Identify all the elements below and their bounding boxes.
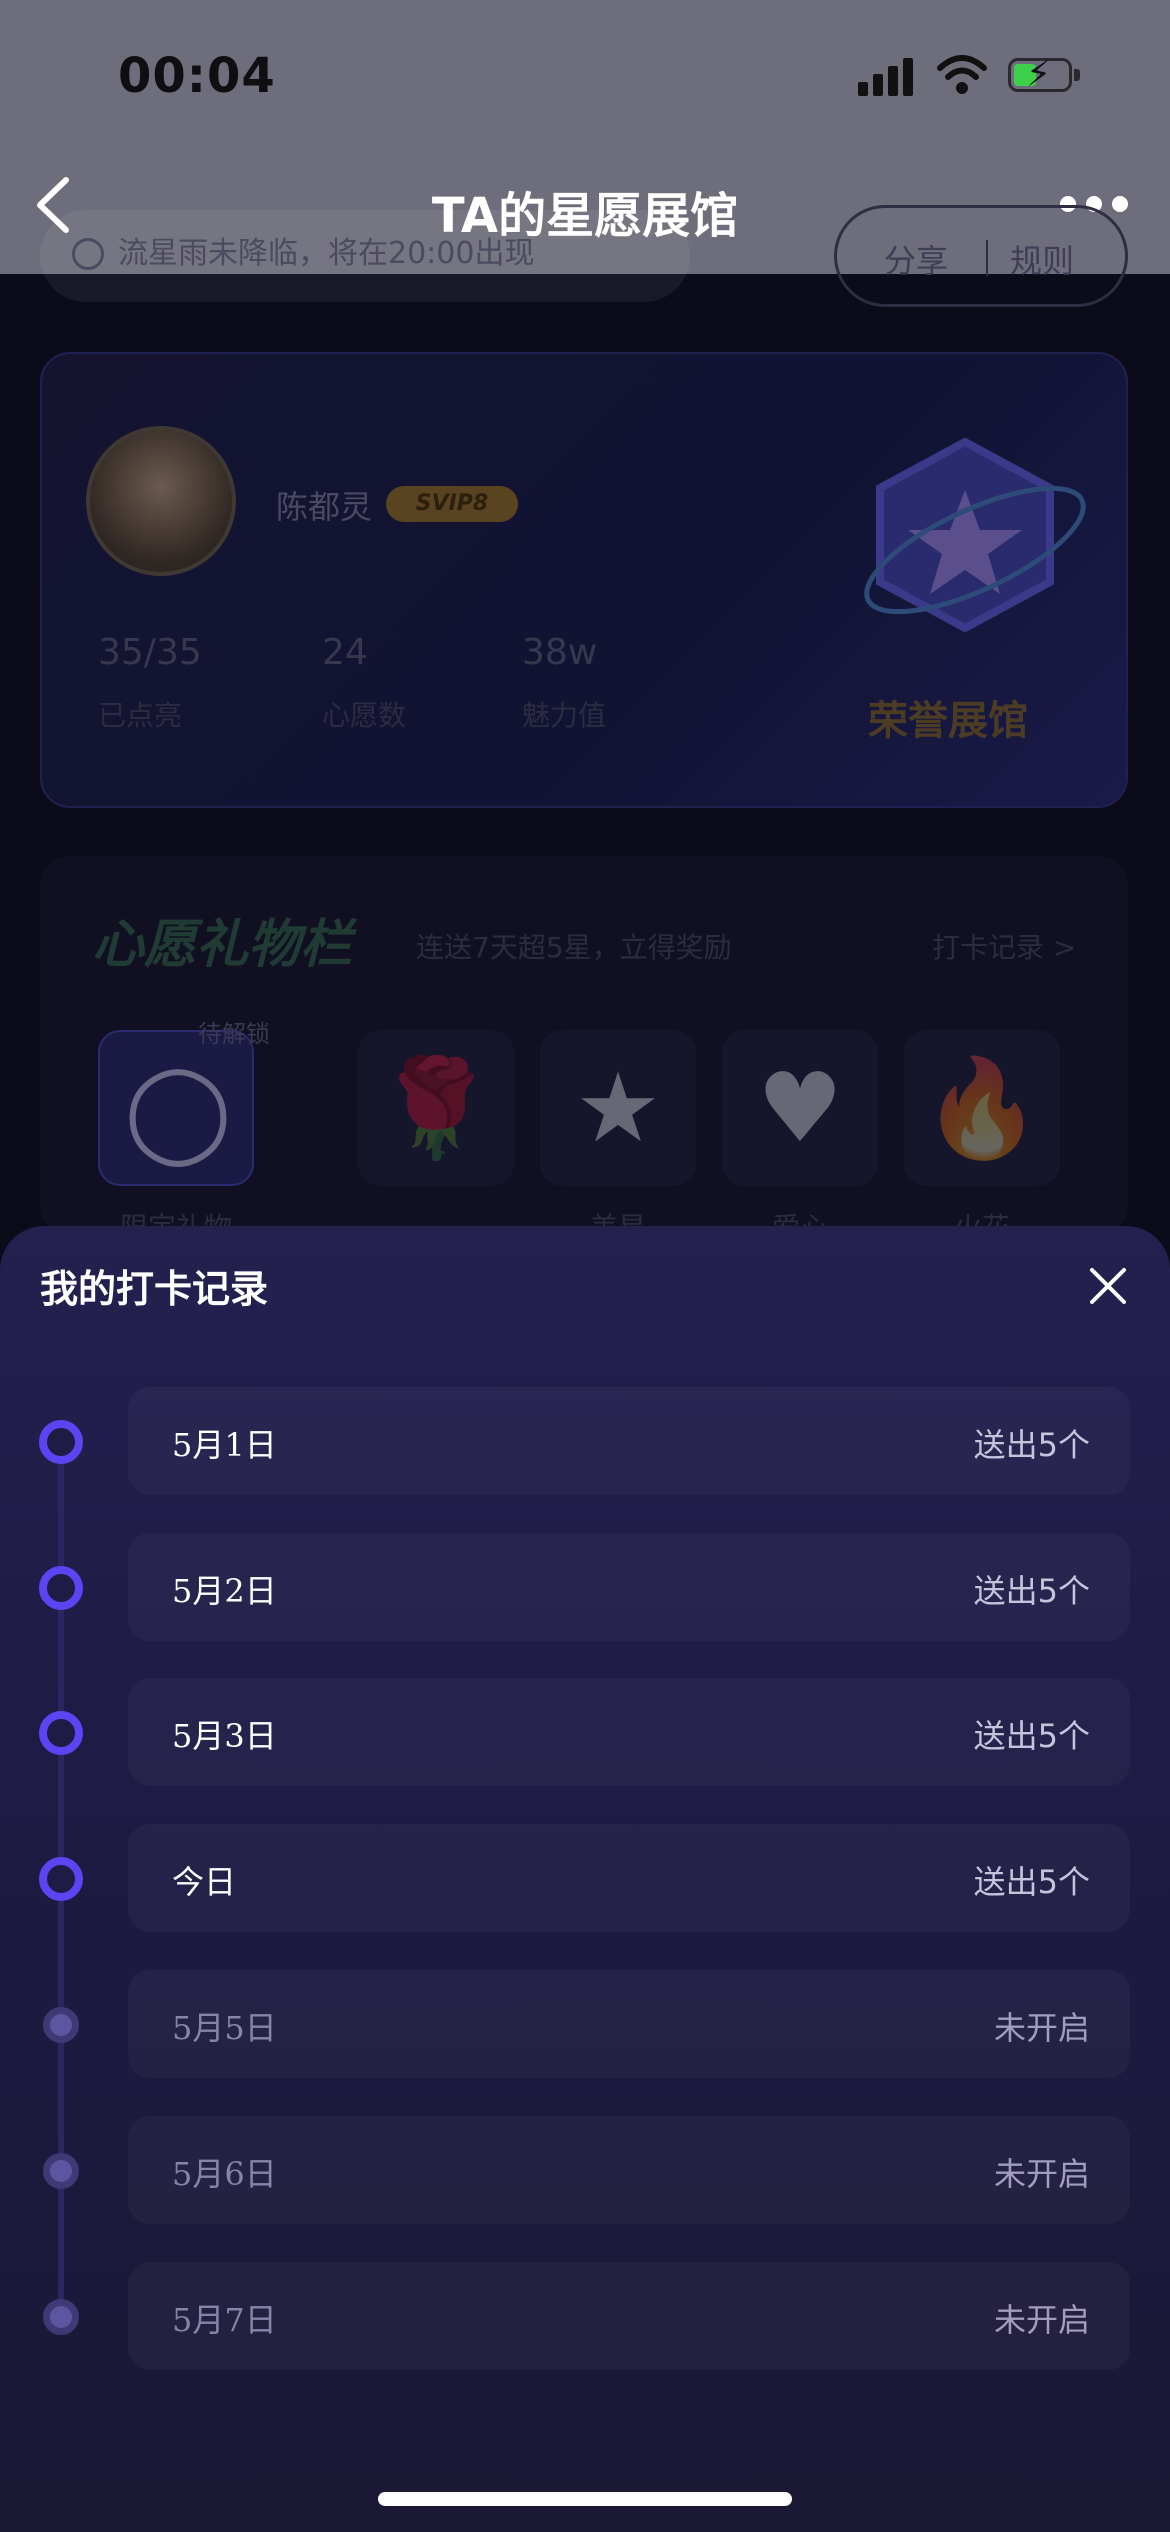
timeline-dot-pending <box>43 2007 79 2043</box>
stat-value: 38w <box>522 632 598 673</box>
record-date: 5月2日 <box>172 1572 277 1610</box>
share-button: 分享 <box>884 242 949 280</box>
locked-label: 待解锁 <box>198 1020 270 1048</box>
gift-record-link: 打卡记录 > <box>932 931 1077 964</box>
heart-icon: ♥ <box>756 1052 844 1164</box>
rule-button: 规则 <box>1010 242 1075 280</box>
gift-slot: ♥ <box>722 1030 878 1186</box>
star-icon: ★ <box>574 1052 662 1164</box>
battery-icon: ⚡ <box>1008 56 1082 94</box>
record-date: 5月6日 <box>172 2155 277 2193</box>
gift-slot: ★ <box>540 1030 696 1186</box>
record-status: 送出5个 <box>973 1863 1090 1901</box>
record-status: 未开启 <box>993 2009 1090 2047</box>
record-status: 送出5个 <box>973 1572 1090 1610</box>
gift-subtitle: 连送7天超5星，立得奖励 <box>416 931 732 964</box>
record-date: 5月3日 <box>172 1717 277 1755</box>
gift-title: 心愿礼物栏 <box>92 915 353 975</box>
timeline-dot-done <box>39 1420 83 1464</box>
record-row <box>128 1970 1130 2078</box>
notice-text: 流星雨未降临，将在20:00出现 <box>118 236 535 271</box>
stat-label: 魅力值 <box>522 699 607 732</box>
gift-slot: 🔥 <box>904 1030 1060 1186</box>
stat-value: 35/35 <box>98 632 202 673</box>
stat-label: 已点亮 <box>98 699 183 732</box>
gift-slot: 🌹 <box>358 1030 514 1186</box>
info-icon <box>72 238 104 270</box>
status-time: 00:04 <box>118 48 276 104</box>
honor-label: 荣誉展馆 <box>868 698 1028 744</box>
avatar <box>86 426 236 576</box>
wifi-icon <box>937 55 987 94</box>
record-status: 送出5个 <box>973 1426 1090 1464</box>
sheet-title: 我的打卡记录 <box>40 1267 269 1311</box>
record-status: 送出5个 <box>973 1717 1090 1755</box>
record-date: 5月7日 <box>172 2301 277 2339</box>
divider <box>986 240 988 276</box>
record-status: 未开启 <box>993 2155 1090 2193</box>
record-row <box>128 2116 1130 2224</box>
vip-badge: SVIP8 <box>386 486 518 522</box>
timeline-dot-pending <box>43 2153 79 2189</box>
gift-slot-locked: ◯ <box>98 1030 254 1186</box>
fire-icon: 🔥 <box>922 1052 1042 1164</box>
frame-icon: ◯ <box>124 1054 232 1166</box>
signal-icon <box>858 58 914 96</box>
close-icon[interactable] <box>1084 1262 1132 1310</box>
record-date: 5月5日 <box>172 2009 277 2047</box>
home-indicator[interactable] <box>378 2492 792 2506</box>
record-row <box>128 2262 1130 2370</box>
stat-label: 心愿数 <box>322 699 407 732</box>
username: 陈都灵 <box>276 488 373 526</box>
record-status: 未开启 <box>993 2301 1090 2339</box>
stat-value: 24 <box>322 632 368 673</box>
timeline-dot-done <box>39 1566 83 1610</box>
share-rule-group <box>834 205 1128 307</box>
timeline-dot-done <box>39 1857 83 1901</box>
honor-badge-icon <box>864 437 1086 633</box>
rose-icon: 🌹 <box>376 1052 496 1164</box>
record-date: 今日 <box>172 1863 237 1901</box>
timeline-dot-done <box>39 1711 83 1755</box>
timeline-dot-pending <box>43 2299 79 2335</box>
record-date: 5月1日 <box>172 1426 277 1464</box>
